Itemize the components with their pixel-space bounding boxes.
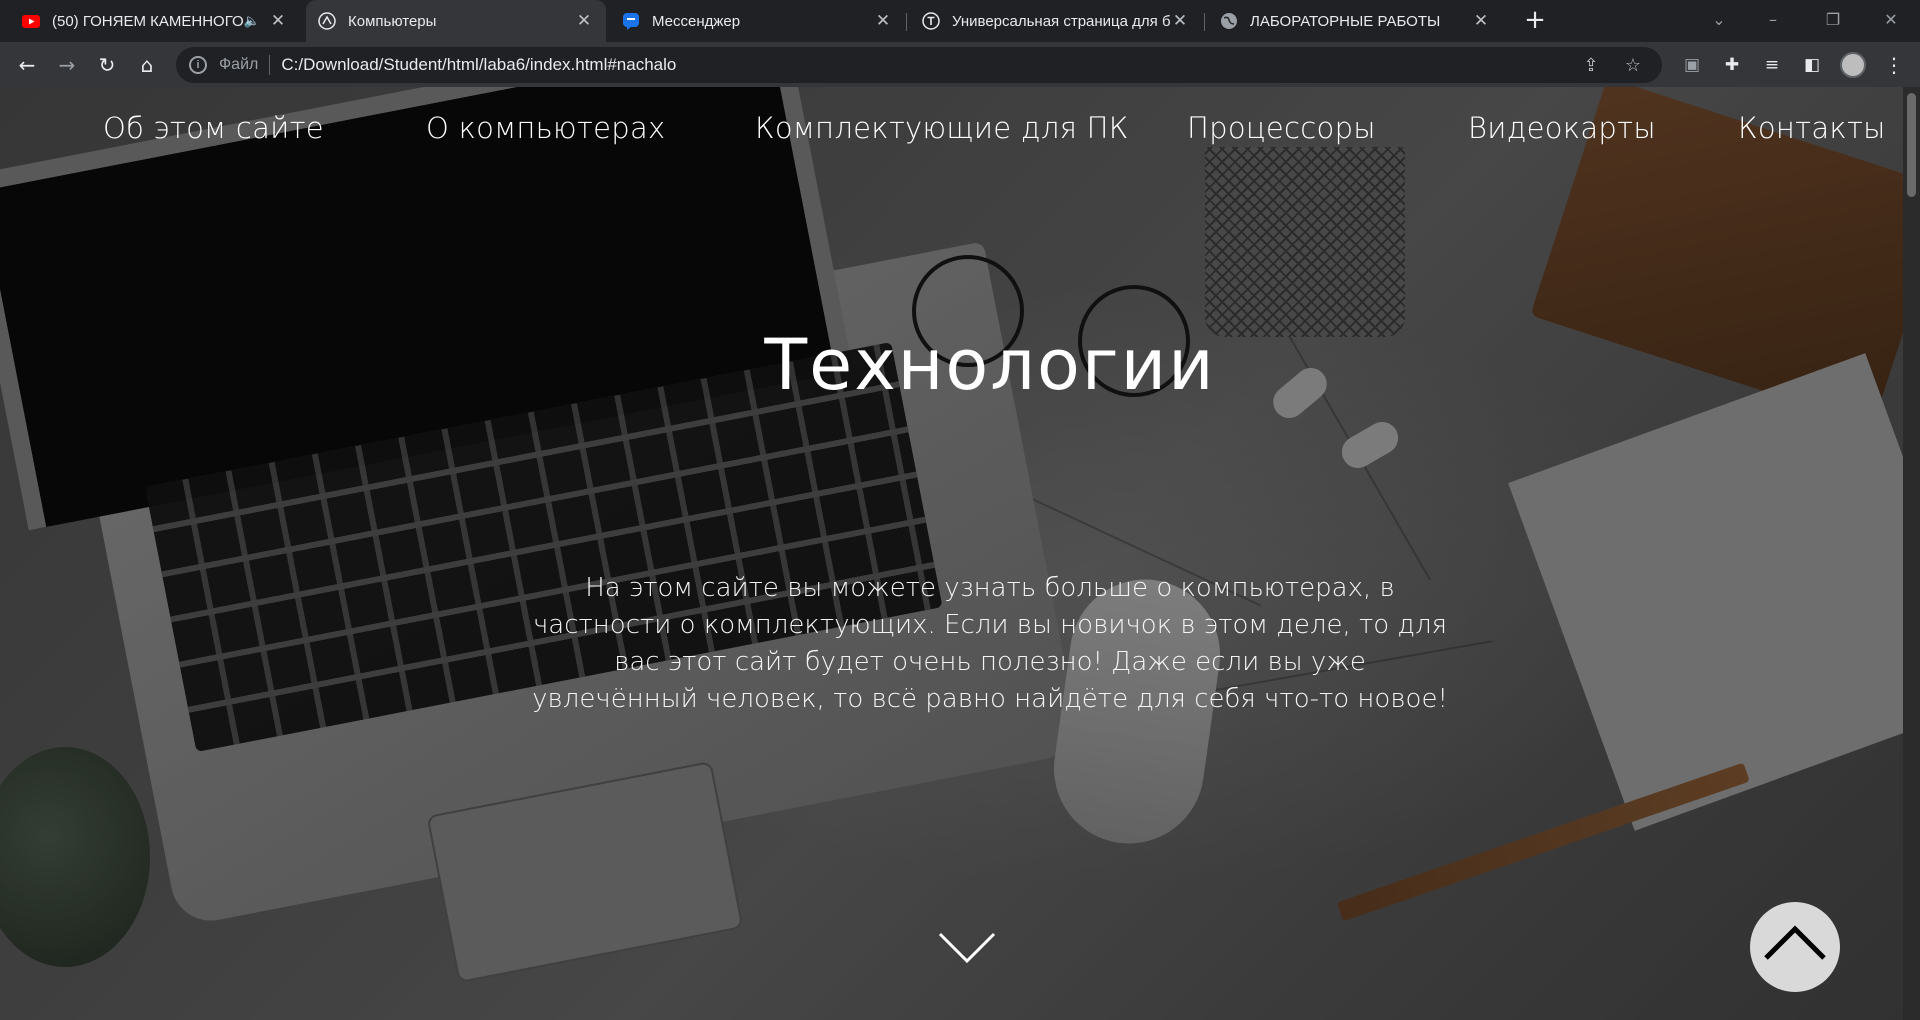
photo-dim-overlay: [0, 87, 1903, 1020]
tab-separator: [1204, 13, 1205, 31]
home-icon[interactable]: ⌂: [132, 50, 162, 80]
close-tab-icon[interactable]: ✕: [1471, 11, 1491, 31]
hero-title: Технологии: [764, 324, 1216, 406]
scheme-label: Файл: [219, 56, 259, 73]
nav-about-site[interactable]: Об этом сайте: [103, 111, 324, 145]
side-panel-icon[interactable]: ◧: [1800, 54, 1824, 76]
tab-label: ЛАБОРАТОРНЫЕ РАБОТЫ: [1250, 12, 1441, 30]
address-separator: [269, 55, 271, 75]
tab-lab-works[interactable]: ЛАБОРАТОРНЫЕ РАБОТЫ ✕: [1208, 0, 1503, 42]
t-circle-icon: [922, 12, 940, 30]
globe-icon: [1220, 12, 1238, 30]
tab-separator: [906, 13, 907, 31]
address-bar[interactable]: i Файл C:/Download/Student/html/laba6/in…: [176, 47, 1662, 83]
nav-pc-components[interactable]: Комплектующие для ПК: [755, 111, 1129, 145]
url-text[interactable]: C:/Download/Student/html/laba6/index.htm…: [281, 55, 676, 75]
reload-icon[interactable]: ↻: [92, 50, 122, 80]
nav-contacts[interactable]: Контакты: [1738, 111, 1886, 145]
new-tab-button[interactable]: +: [1520, 6, 1550, 36]
bookmark-star-icon[interactable]: ☆: [1622, 55, 1644, 77]
tab-label: Мессенджер: [652, 12, 741, 30]
tab-universal-page[interactable]: Универсальная страница для би ✕: [910, 0, 1202, 42]
tab-youtube[interactable]: (50) ГОНЯЕМ КАМЕННОГО 🔈 ✕: [10, 0, 300, 42]
site-nav: Об этом сайте О компьютерах Комплектующи…: [0, 111, 1903, 171]
close-tab-icon[interactable]: ✕: [574, 11, 594, 31]
tab-search-icon[interactable]: ⌄: [1696, 0, 1742, 42]
tab-label: Компьютеры: [348, 12, 437, 30]
scrollbar-thumb[interactable]: [1907, 93, 1916, 197]
scroll-down-chevron-icon[interactable]: [937, 930, 997, 966]
minimize-icon[interactable]: –: [1750, 0, 1796, 42]
info-icon[interactable]: i: [189, 56, 207, 74]
nav-about-computers[interactable]: О компьютерах: [426, 111, 666, 145]
nav-graphics-cards[interactable]: Видеокарты: [1468, 111, 1656, 145]
messenger-icon: [622, 12, 640, 30]
back-to-top-button[interactable]: [1750, 902, 1840, 992]
hero-description: На этом сайте вы можете узнать больше о …: [532, 573, 1448, 714]
page-scrollbar[interactable]: [1903, 87, 1920, 1020]
close-tab-icon[interactable]: ✕: [1170, 11, 1190, 31]
browser-toolbar: ← → ↻ ⌂ i Файл C:/Download/Student/html/…: [0, 42, 1920, 87]
extensions-puzzle-icon[interactable]: ✚: [1720, 54, 1744, 76]
page-viewport: Об этом сайте О компьютерах Комплектующи…: [0, 87, 1903, 1020]
extension-robot-icon[interactable]: ▣: [1680, 54, 1704, 76]
share-icon[interactable]: ⇪: [1580, 55, 1602, 77]
forward-icon[interactable]: →: [52, 50, 82, 80]
profile-avatar-icon[interactable]: [1840, 52, 1866, 78]
close-tab-icon[interactable]: ✕: [873, 11, 893, 31]
back-icon[interactable]: ←: [12, 50, 42, 80]
close-tab-icon[interactable]: ✕: [268, 11, 288, 31]
restore-icon[interactable]: ❐: [1810, 0, 1856, 42]
tab-messenger[interactable]: Мессенджер ✕: [610, 0, 905, 42]
nav-processors[interactable]: Процессоры: [1187, 111, 1376, 145]
close-window-icon[interactable]: ✕: [1868, 0, 1914, 42]
tab-label: Универсальная страница для би: [952, 12, 1170, 30]
tab-computers[interactable]: Компьютеры ✕: [306, 0, 606, 42]
menu-kebab-icon[interactable]: ⋮: [1884, 52, 1904, 78]
youtube-icon: [22, 12, 40, 30]
tab-strip: (50) ГОНЯЕМ КАМЕННОГО 🔈 ✕ Компьютеры ✕ М…: [0, 0, 1920, 42]
speaker-icon[interactable]: 🔈: [244, 13, 260, 29]
page-favicon-icon: [318, 12, 336, 30]
media-control-icon[interactable]: ≡: [1760, 54, 1784, 76]
tab-label: (50) ГОНЯЕМ КАМЕННОГО: [52, 12, 244, 30]
chevron-up-icon: [1764, 925, 1826, 960]
